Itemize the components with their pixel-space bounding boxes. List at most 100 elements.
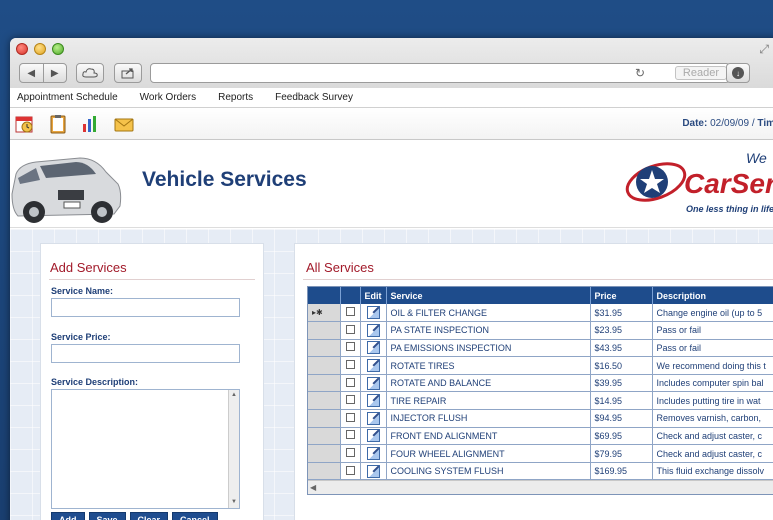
row-checkbox-cell [340,409,361,428]
edit-icon[interactable] [366,447,380,461]
share-button[interactable] [114,63,142,83]
description-column-header[interactable]: Description [652,287,773,304]
row-checkbox[interactable] [345,448,355,458]
edit-icon[interactable] [366,411,380,425]
table-row[interactable]: FRONT END ALIGNMENT $69.95 Check and adjus… [308,427,773,446]
reload-icon[interactable]: ↻ [635,66,645,80]
fullscreen-icon[interactable]: ⤢ [759,42,769,57]
service-cell: COOLING SYSTEM FLUSH [386,462,591,481]
scroll-down-icon[interactable]: ▼ [230,498,238,507]
row-selector[interactable] [308,427,341,446]
service-column-header[interactable]: Service [386,287,591,304]
row-edit-cell [360,356,387,375]
row-checkbox[interactable] [345,412,355,422]
browser-window: ⤢ ◀ ▶ ↻ Reader ↓ Appointment Schedule Wo… [10,38,773,520]
edit-icon[interactable] [366,341,380,355]
table-row[interactable]: INJECTOR FLUSH $94.95 Removes varnish, car… [308,409,773,428]
table-row[interactable]: PA EMISSIONS INSPECTION $43.95 Pass or fai… [308,339,773,358]
all-services-title: All Services [306,260,374,275]
row-selector[interactable] [308,374,341,393]
bar-chart-icon[interactable] [80,114,100,134]
price-cell: $43.95 [590,339,653,358]
row-checkbox[interactable] [345,342,355,352]
add-services-panel: Add Services Service Name: Service Price… [40,243,264,520]
price-column-header[interactable]: Price [590,287,653,304]
edit-icon[interactable] [366,359,380,373]
menu-item-work-orders[interactable]: Work Orders [140,92,197,103]
row-selector[interactable] [308,356,341,375]
zoom-window-button[interactable] [52,43,64,55]
row-selector[interactable] [308,321,341,340]
row-checkbox[interactable] [345,377,355,387]
row-selector[interactable] [308,391,341,411]
row-selector[interactable] [308,444,341,463]
cancel-button[interactable]: Cancel [172,512,218,520]
table-row[interactable]: PA STATE INSPECTION $23.95 Pass or fail [308,321,773,340]
clipboard-icon[interactable] [48,114,68,134]
table-row[interactable]: COOLING SYSTEM FLUSH $169.95 This fluid ex… [308,462,773,481]
envelope-icon[interactable] [114,114,134,134]
row-checkbox[interactable] [345,324,355,334]
service-price-input[interactable] [51,344,240,363]
table-row[interactable]: TIRE REPAIR $14.95 Includes putting tire i… [308,391,773,411]
row-selector[interactable] [308,339,341,358]
row-checkbox-cell [340,374,361,393]
save-button[interactable]: Save [88,512,126,520]
table-row[interactable]: ROTATE TIRES $16.50 We recommend doing thi… [308,356,773,375]
row-checkbox-cell [340,356,361,375]
calendar-clock-icon[interactable] [15,114,35,134]
minimize-window-button[interactable] [34,43,46,55]
add-button[interactable]: Add [51,512,85,520]
row-checkbox[interactable] [345,465,355,475]
edit-icon[interactable] [366,376,380,390]
row-checkbox-cell [340,444,361,463]
row-checkbox[interactable] [345,307,355,317]
menu-item-feedback-survey[interactable]: Feedback Survey [275,92,353,103]
row-checkbox[interactable] [345,360,355,370]
scroll-left-icon[interactable]: ◀ [310,483,316,492]
back-arrow-icon: ◀ [27,67,36,79]
menu-item-reports[interactable]: Reports [218,92,253,103]
table-row[interactable]: FOUR WHEEL ALIGNMENT $79.95 Check and adju… [308,444,773,463]
services-table: Edit Service Price Description ▸✱ OIL & F… [308,287,773,481]
edit-icon[interactable] [366,429,380,443]
textarea-scrollbar[interactable]: ▲ ▼ [228,390,239,508]
close-window-button[interactable] [16,43,28,55]
row-checkbox[interactable] [345,430,355,440]
service-cell: OIL & FILTER CHANGE [386,304,591,323]
row-selector[interactable] [308,462,341,481]
service-name-input[interactable] [51,298,240,317]
brand-greeting: We [746,150,767,166]
table-row[interactable]: ▸✱ OIL & FILTER CHANGE $31.95 Change engine… [308,304,773,323]
row-checkbox[interactable] [345,395,355,405]
row-edit-cell [360,409,387,428]
scroll-up-icon[interactable]: ▲ [230,391,238,400]
description-cell: We recommend doing this t [652,356,773,375]
address-bar[interactable]: ↻ Reader [150,63,730,83]
service-cell: PA STATE INSPECTION [386,321,591,340]
row-selector[interactable]: ▸✱ [308,304,341,323]
edit-icon[interactable] [366,464,380,478]
table-row[interactable]: ROTATE AND BALANCE $39.95 Includes compute… [308,374,773,393]
icloud-button[interactable] [76,63,104,83]
edit-icon[interactable] [366,323,380,337]
price-cell: $16.50 [590,356,653,375]
edit-icon[interactable] [366,306,380,320]
brand-tagline: One less thing in life [686,204,773,214]
reader-button[interactable]: Reader [674,66,727,80]
row-selector[interactable] [308,409,341,428]
downloads-button[interactable]: ↓ [726,63,750,83]
main-content: Add Services Service Name: Service Price… [10,229,773,520]
services-grid: Edit Service Price Description ▸✱ OIL & F… [307,286,773,496]
back-button[interactable]: ◀ [20,64,44,82]
clear-button[interactable]: Clear [129,512,169,520]
forward-button[interactable]: ▶ [44,64,67,82]
edit-icon[interactable] [366,394,380,408]
row-edit-cell [360,444,387,463]
row-selector-header [308,287,341,304]
grid-horizontal-scrollbar[interactable]: ◀ [308,480,773,495]
menu-item-appointment-schedule[interactable]: Appointment Schedule [17,92,118,103]
price-cell: $79.95 [590,444,653,463]
edit-column-header[interactable]: Edit [360,287,387,304]
service-description-textarea[interactable]: ▲ ▼ [51,389,240,509]
